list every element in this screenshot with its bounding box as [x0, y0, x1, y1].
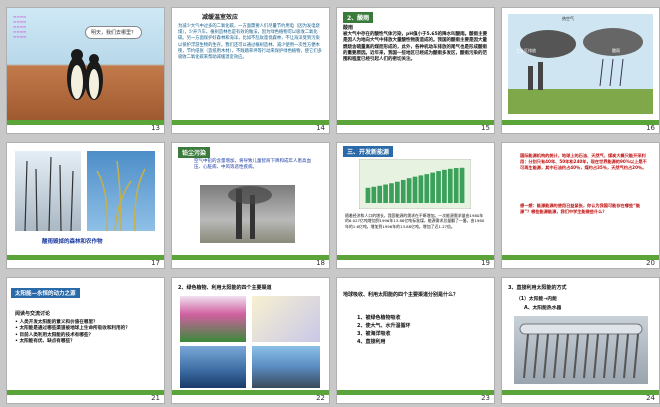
acid-rain-diagram: [508, 14, 653, 114]
slide-body: 国际能源机构的统计，地球上的石油、天然气、煤炭大概只能开采利用：分别只有40年、…: [520, 153, 647, 170]
slide-thumbnail[interactable]: 太阳能—永恒的动力之源 阅读与交流讨论 • 人类开发太阳能的意义和价值在哪里？ …: [7, 278, 164, 403]
slide-thumbnail[interactable]: ≈≈≈≈ ≈≈≈≈ ≈≈≈≈ ≈≈≈≈ ≈≈≈≈ 明天，我们去哪里？ 13: [7, 8, 164, 133]
chart-bar: [389, 183, 394, 203]
slide-title: 减缓温室效应: [202, 14, 239, 21]
list-item: • 太阳能有优、缺点有哪些？: [15, 338, 75, 344]
slide-number: 14: [316, 124, 325, 132]
slide-footer-bar: [502, 120, 659, 125]
flower-field-photo: [180, 296, 246, 342]
slide-number: 16: [646, 124, 655, 132]
slide-question: 想一想：能源能源的使用日益紧张，你认为我国可能存在哪些“能源”？哪些能源能源，我…: [520, 203, 641, 214]
slide-body: 为减少大气中过多的二氧化碳，一方面需要人们尽量节约用电（因为发电烧煤），少开汽车…: [178, 24, 322, 61]
chart-bar: [371, 186, 377, 203]
chart-bar: [418, 175, 424, 203]
slide-subhead: A、太阳能热水器: [524, 306, 562, 311]
slide-thumbnail[interactable]: 减缓温室效应 为减少大气中过多的二氧化碳，一方面需要人们尽量节约用电（因为发电烧…: [172, 8, 329, 133]
ocean-photo: [180, 346, 246, 388]
slide-number: 20: [646, 259, 655, 267]
penguin-icon: [67, 49, 103, 100]
slide-thumbnail[interactable]: 2、酸雨 酸雨 被大气中存在的酸性气体污染，pH值小于5.65的降水叫酸雨。酸雨…: [337, 8, 494, 133]
slide-thumbnail[interactable]: 地球吸收、利用太阳能的四个主要渠道分别是什么？ 1、被绿色植物吸收 2、使大气、…: [337, 278, 494, 403]
water-cycle-diagram: [252, 296, 320, 342]
slide-footer-bar: [7, 255, 164, 260]
slide-footer-bar: [337, 255, 494, 260]
chart-bar: [383, 184, 388, 203]
slide-number: 23: [481, 394, 490, 402]
chart-bar: [400, 179, 406, 203]
question-list: • 人类开发太阳能的意义和价值在哪里？ • 太阳能是通过哪些渠道被地球上生命所吸…: [15, 320, 155, 345]
slide-title: 2、绿色植物、利用太阳能的四个主要渠道: [178, 285, 272, 291]
slide-body: 空气中铅的含量增加，将导致儿童智商下降和成年人患高血压、心脏病、中风等恶性疾病。: [194, 159, 311, 171]
diagram-label: 热空气: [562, 16, 574, 21]
chart-bar: [377, 185, 383, 203]
slide-title: 太阳能—永恒的动力之源: [11, 288, 80, 298]
slide-title: 3、直接利用太阳能的方式: [508, 285, 567, 291]
slide-title: 地球吸收、利用太阳能的四个主要渠道分别是什么？: [343, 292, 459, 298]
solar-panel-photo: [252, 346, 320, 388]
side-text: ≈≈≈≈ ≈≈≈≈ ≈≈≈≈ ≈≈≈≈ ≈≈≈≈: [13, 14, 27, 39]
slide-caption: 酸雨毁掉的森林和农作物: [42, 239, 103, 245]
diagram-label: 工业区排放: [516, 48, 536, 53]
slide-number: 24: [646, 394, 655, 402]
dead-forest-photo: [15, 151, 81, 231]
slide-footer-bar: [502, 390, 659, 395]
chart-bar: [459, 167, 465, 203]
slide-subtitle: 酸雨: [343, 25, 354, 31]
slide-number: 17: [151, 259, 160, 267]
slide-body: 被大气中存在的酸性气体污染，pH值小于5.65的降水叫酸雨。酸雨主要是因人为地向…: [343, 32, 488, 63]
chart-bar: [412, 176, 418, 203]
chart-bar: [424, 174, 430, 203]
smog-photo: [200, 185, 295, 243]
chart-bar: [442, 169, 447, 203]
slide-number: 21: [151, 394, 160, 402]
list-item: 3、被海洋吸收: [357, 331, 391, 337]
list-item: 1、被绿色植物吸收: [357, 315, 401, 321]
chart-bar: [453, 168, 459, 203]
slide-thumbnail[interactable]: 国际能源机构的统计，地球上的石油、天然气、煤炭大概只能开采利用：分别只有40年、…: [502, 143, 659, 268]
chart-bar: [406, 178, 412, 203]
chart-bar: [365, 187, 371, 203]
solar-water-heater-photo: [514, 316, 648, 384]
slide-number: 15: [481, 124, 490, 132]
section-tag: 三、开发新能源: [343, 146, 394, 157]
slide-footer-bar: [172, 390, 329, 395]
slide-footer-bar: [172, 255, 329, 260]
slide-number: 22: [316, 394, 325, 402]
diagram-label: 酸雨: [612, 48, 620, 53]
chart-bar: [395, 181, 400, 203]
slide-number: 18: [316, 259, 325, 267]
slide-thumbnail[interactable]: 铅尘污染 空气中铅的含量增加，将导致儿童智商下降和成年人患高血压、心脏病、中风等…: [172, 143, 329, 268]
slide-footer-bar: [502, 255, 659, 260]
chart-bar: [447, 168, 453, 203]
slide-thumbnail[interactable]: 2、绿色植物、利用太阳能的四个主要渠道 22: [172, 278, 329, 403]
section-tag: 铅尘污染: [178, 147, 211, 158]
slide-subhead: 阅读与交流讨论: [15, 311, 51, 317]
energy-demand-chart: [359, 159, 471, 209]
slide-footer-bar: [7, 390, 164, 395]
chart-bar: [430, 172, 435, 203]
slide-thumbnail[interactable]: 热空气 工业区排放 酸雨 16: [502, 8, 659, 133]
answer-list: 1、被绿色植物吸收 2、使大气、水升温循环 3、被海洋吸收 4、直接利用: [357, 314, 487, 346]
slide-footer-bar: [337, 390, 494, 395]
slide-thumbnail[interactable]: 酸雨毁掉的森林和农作物 17: [7, 143, 164, 268]
list-item: 2、使大气、水升温循环: [357, 323, 411, 329]
slide-number: 13: [151, 124, 160, 132]
slide-footer-bar: [337, 120, 494, 125]
slide-subhead: （1）太阳能→内能: [516, 297, 557, 302]
slide-footer-bar: [7, 120, 164, 125]
list-item: 4、直接利用: [357, 339, 386, 345]
section-tag: 2、酸雨: [343, 12, 374, 23]
crops-photo: [87, 151, 155, 231]
slide-footer-bar: [172, 120, 329, 125]
chart-bar: [436, 171, 441, 203]
slide-thumbnail[interactable]: 3、直接利用太阳能的方式 （1）太阳能→内能 A、太阳能热水器 24: [502, 278, 659, 403]
slide-thumbnail[interactable]: 三、开发新能源 随着经济和人口的增长，我国能源的需求在不断增加。一次能源需求量由…: [337, 143, 494, 268]
slide-number: 19: [481, 259, 490, 267]
slide-body: 随着经济和人口的增长，我国能源的需求在不断增加。一次能源需求量由1980年的6.…: [345, 213, 485, 229]
